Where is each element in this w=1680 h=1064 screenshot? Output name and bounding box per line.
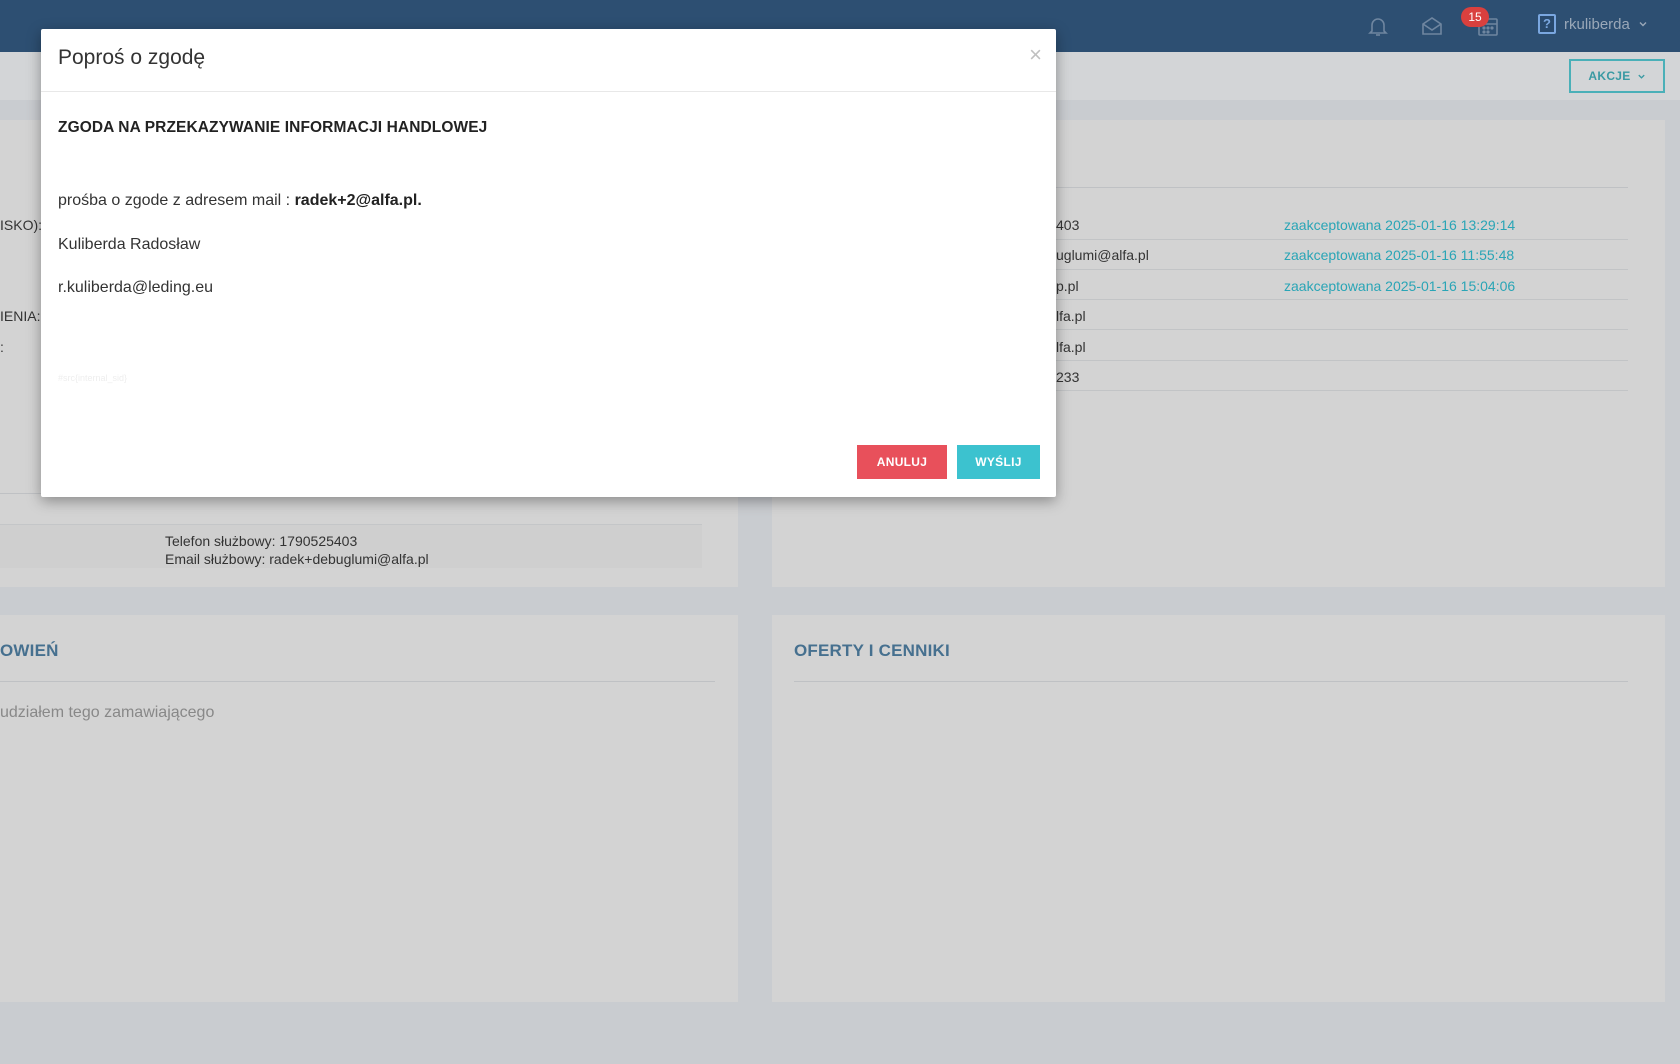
consent-status[interactable]: zaakceptowana 2025-01-16 11:55:48 [1284, 247, 1514, 263]
actions-dropdown-button[interactable]: AKCJE [1569, 59, 1665, 93]
contact-email: Email służbowy: radek+debuglumi@alfa.pl [165, 551, 429, 567]
notification-badge: 15 [1461, 7, 1489, 27]
divider [794, 681, 1628, 682]
field-label: ISKO): [0, 217, 43, 233]
consent-status[interactable]: zaakceptowana 2025-01-16 13:29:14 [1284, 217, 1515, 233]
contact-phone: Telefon służbowy: 1790525403 [165, 533, 358, 549]
request-email: radek+2@alfa.pl. [294, 192, 422, 209]
actions-label: AKCJE [1588, 69, 1631, 83]
sender-name: Kuliberda Radosław [58, 236, 201, 253]
field-label: IENIA: [0, 308, 41, 324]
offers-panel-title: OFERTY I CENNIKI [794, 641, 950, 660]
bell-icon[interactable] [1366, 14, 1390, 38]
request-line: prośba o zgode z adresem mail : radek+2@… [58, 192, 422, 210]
request-prefix: prośba o zgode z adresem mail : [58, 192, 295, 209]
offers-panel [772, 615, 1665, 1002]
table-row [1056, 361, 1628, 391]
mail-icon[interactable] [1420, 14, 1444, 38]
chevron-down-icon [1637, 74, 1645, 79]
table-row [1056, 300, 1628, 330]
username-label: rkuliberda [1564, 15, 1630, 33]
help-icon[interactable]: ? [1538, 14, 1556, 34]
divider [0, 681, 715, 682]
consent-value: 403 [1056, 217, 1080, 233]
consent-value: p.pl [1056, 278, 1079, 294]
sender-email: r.kuliberda@leding.eu [58, 279, 214, 296]
consent-request-modal: Poproś o zgodę × ZGODA NA PRZEKAZYWANIE … [41, 29, 1056, 497]
orders-panel-title: OWIEŃ [0, 641, 59, 660]
hidden-tag: #src{internal_sid} [58, 373, 128, 383]
field-label: : [0, 339, 4, 355]
consent-value: lfa.pl [1056, 308, 1086, 324]
modal-header: Poproś o zgodę × [41, 29, 1056, 92]
consent-value: 233 [1056, 369, 1080, 385]
table-row [1056, 331, 1628, 361]
user-menu[interactable]: ? rkuliberda [1538, 14, 1648, 34]
modal-title: Poproś o zgodę [58, 46, 206, 69]
cancel-button[interactable]: ANULUJ [857, 445, 947, 479]
orders-panel [0, 615, 738, 1002]
chevron-down-icon [1639, 22, 1647, 27]
orders-empty-text: udziałem tego zamawiającego [0, 704, 215, 721]
consent-title: ZGODA NA PRZEKAZYWANIE INFORMACJI HANDLO… [58, 119, 488, 136]
consent-value: lfa.pl [1056, 339, 1086, 355]
consent-value: uglumi@alfa.pl [1056, 247, 1149, 263]
consent-status[interactable]: zaakceptowana 2025-01-16 15:04:06 [1284, 278, 1515, 294]
close-icon[interactable]: × [1029, 42, 1042, 68]
send-button[interactable]: WYŚLIJ [957, 445, 1040, 479]
